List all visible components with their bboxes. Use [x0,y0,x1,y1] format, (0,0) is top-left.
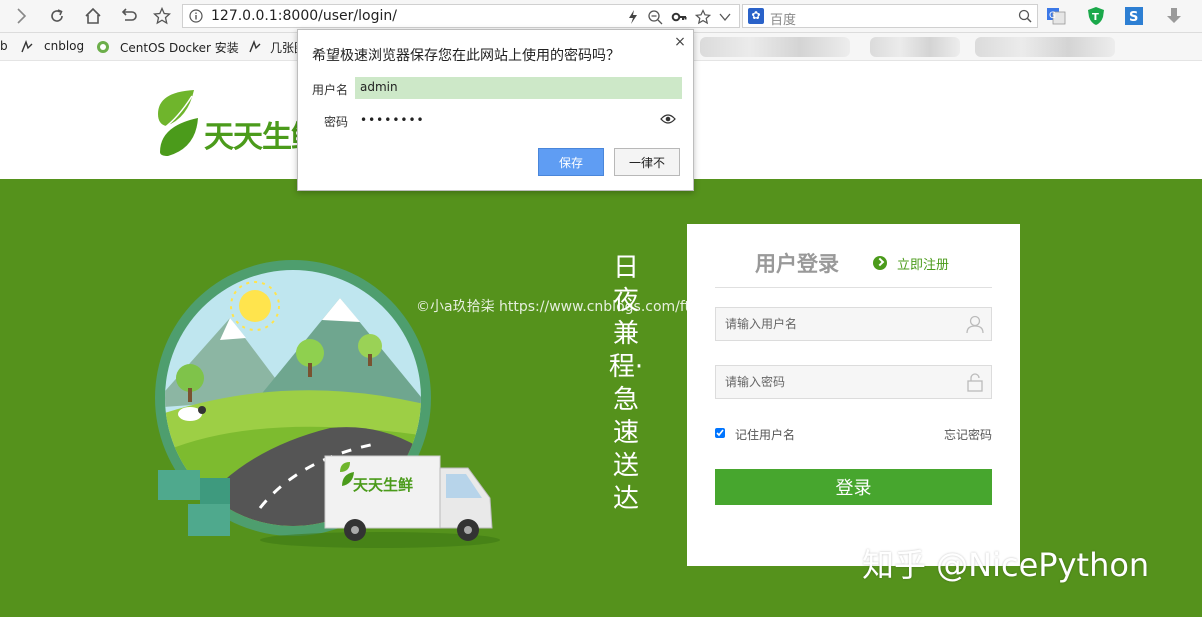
truck-logo-text: 天天生鲜 [353,476,413,494]
s-extension-icon[interactable]: S [1124,6,1144,26]
divider [715,287,992,288]
slogan: 日夜兼程·急速送达 [608,253,644,514]
dialog-password-value: •••••••• [360,113,425,127]
download-icon[interactable] [1164,6,1184,26]
svg-text:G: G [1049,11,1056,21]
bookmark-favicon-icon [249,40,261,53]
remember-checkbox[interactable] [715,428,725,438]
dialog-username-label: 用户名 [312,83,349,97]
save-password-dialog: 希望极速浏览器保存您在此网站上使用的密码吗？ × 用户名 admin 密码 ••… [297,29,694,191]
user-icon [966,315,984,334]
favorite-star-icon[interactable] [695,9,711,25]
eye-icon[interactable] [660,113,676,125]
zoom-out-icon[interactable] [647,9,663,25]
lock-icon [967,373,983,392]
dialog-username-value[interactable]: admin [360,80,398,94]
watermark-text: ©小a玖拾柒 https://www.cnblogs.com/ftl1012 [416,299,730,315]
arrow-circle-icon[interactable] [873,256,887,270]
register-link[interactable]: 立即注册 [897,254,949,273]
login-title: 用户登录 [755,252,839,276]
address-bar[interactable]: 127.0.0.1:8000/user/login/ [182,4,740,28]
zhihu-watermark: 知乎 @NicePython [862,546,1150,584]
svg-text:T: T [1092,12,1099,23]
bookmark-item[interactable]: CentOS Docker 安装 [120,39,239,56]
username-input[interactable] [716,308,956,340]
url-text[interactable]: 127.0.0.1:8000/user/login/ [211,8,397,24]
blurred-bookmarks [700,37,850,57]
blurred-bookmarks [975,37,1115,57]
search-placeholder[interactable]: 百度 [770,9,796,28]
remember-label: 记住用户名 [735,428,796,442]
home-icon[interactable] [82,5,104,27]
forward-icon[interactable] [10,5,32,27]
undo-icon[interactable] [117,5,139,27]
svg-text:S: S [1129,10,1138,25]
dialog-username-field[interactable]: admin [355,77,682,99]
save-password-button[interactable]: 保存 [538,148,604,176]
bookmark-star-icon[interactable] [151,5,173,27]
search-box[interactable]: ✿ 百度 [742,4,1038,28]
translate-icon[interactable]: G [1046,6,1066,26]
close-icon[interactable]: × [674,35,686,49]
reload-icon[interactable] [46,5,68,27]
lightning-icon[interactable] [625,9,641,25]
login-panel: 用户登录 立即注册 记住用户名 忘记密码 登录 [687,224,1020,566]
login-button[interactable]: 登录 [715,469,992,505]
never-save-button[interactable]: 一律不 [614,148,680,176]
info-icon[interactable] [189,9,203,23]
bookmark-item[interactable]: cnblog [44,39,84,53]
blurred-bookmarks [870,37,960,57]
paw-icon[interactable]: ✿ [748,8,764,24]
chevron-down-icon[interactable] [717,9,733,25]
search-icon[interactable] [1018,9,1032,23]
bookmark-favicon-icon [21,40,33,53]
password-field[interactable] [715,365,992,399]
key-icon[interactable] [671,9,687,25]
dialog-title: 希望极速浏览器保存您在此网站上使用的密码吗？ [312,48,620,64]
forgot-password-link[interactable]: 忘记密码 [944,426,992,443]
centos-favicon-icon [97,41,109,53]
shield-icon[interactable]: T [1086,6,1106,26]
password-input[interactable] [716,366,956,398]
username-field[interactable] [715,307,992,341]
bookmark-item[interactable]: b [0,39,8,53]
dialog-password-label: 密码 [324,115,349,129]
